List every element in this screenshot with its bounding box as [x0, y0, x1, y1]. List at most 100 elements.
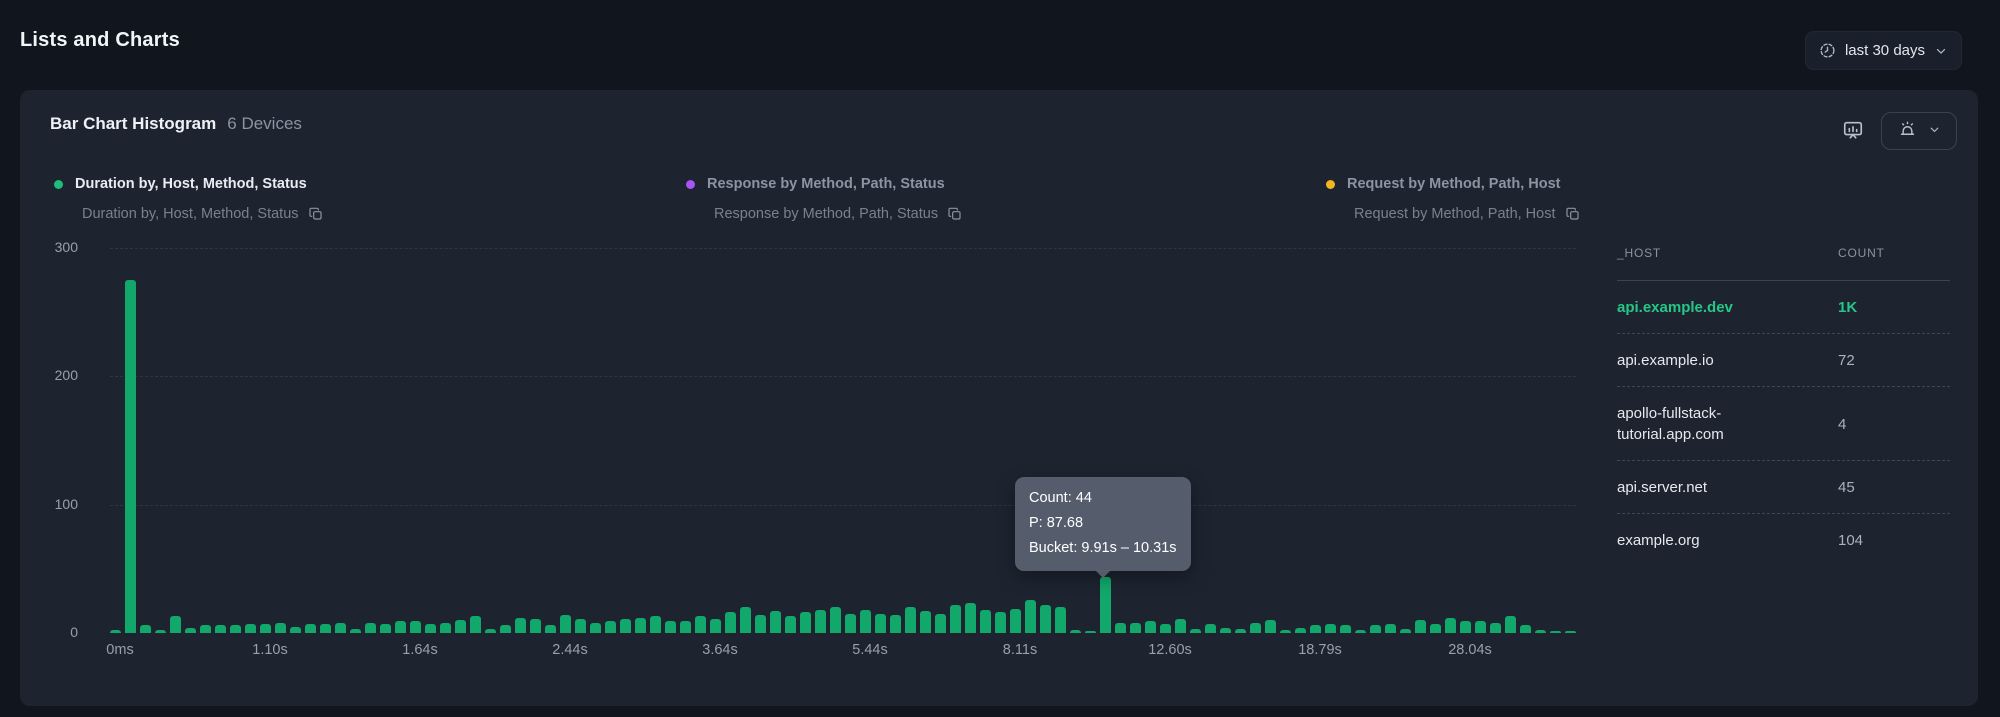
histogram-bar[interactable]	[860, 610, 871, 633]
histogram-bar[interactable]	[1460, 621, 1471, 633]
histogram-bar[interactable]	[125, 280, 136, 633]
histogram-bar[interactable]	[935, 614, 946, 633]
histogram-bar[interactable]	[545, 625, 556, 633]
histogram-bar[interactable]	[245, 624, 256, 633]
histogram-bar[interactable]	[260, 624, 271, 633]
table-row[interactable]: api.example.io 72	[1617, 334, 1950, 387]
histogram-bar[interactable]	[1370, 625, 1381, 633]
histogram-bar[interactable]	[1400, 629, 1411, 633]
histogram-bar[interactable]	[1430, 624, 1441, 633]
histogram-bar[interactable]	[275, 623, 286, 633]
histogram-bar[interactable]	[1490, 623, 1501, 633]
histogram-bar[interactable]	[1055, 607, 1066, 633]
histogram-bar[interactable]	[440, 623, 451, 633]
histogram-bar[interactable]	[1310, 625, 1321, 633]
histogram-bar[interactable]	[905, 607, 916, 633]
histogram-bar[interactable]	[305, 624, 316, 633]
histogram-bar[interactable]	[140, 625, 151, 633]
histogram-bar-hovered[interactable]	[1100, 577, 1111, 633]
histogram-bar[interactable]	[155, 630, 166, 633]
histogram-bar[interactable]	[380, 624, 391, 633]
histogram-bar[interactable]	[890, 615, 901, 633]
histogram-bar[interactable]	[185, 628, 196, 633]
histogram-bar[interactable]	[425, 624, 436, 633]
histogram-bar[interactable]	[1175, 619, 1186, 633]
histogram-bar[interactable]	[530, 619, 541, 633]
histogram-bar[interactable]	[1475, 621, 1486, 633]
table-row[interactable]: apollo-fullstack-tutorial.app.com 4	[1617, 387, 1950, 461]
histogram-bar[interactable]	[335, 623, 346, 633]
histogram-bar[interactable]	[1340, 625, 1351, 633]
histogram-bar[interactable]	[1280, 630, 1291, 633]
histogram-bar[interactable]	[1295, 628, 1306, 633]
histogram-bar[interactable]	[1325, 624, 1336, 633]
histogram-bar[interactable]	[395, 621, 406, 633]
histogram-bar[interactable]	[845, 614, 856, 633]
histogram-bar[interactable]	[515, 618, 526, 633]
histogram-bar[interactable]	[1250, 623, 1261, 633]
histogram-bar[interactable]	[485, 629, 496, 633]
histogram-bar[interactable]	[875, 614, 886, 633]
table-row[interactable]: api.server.net 45	[1617, 461, 1950, 514]
histogram-bar[interactable]	[215, 625, 226, 633]
histogram-bar[interactable]	[815, 610, 826, 633]
histogram-bar[interactable]	[710, 619, 721, 633]
histogram-bar[interactable]	[1385, 624, 1396, 633]
table-row[interactable]: example.org 104	[1617, 514, 1950, 566]
table-row[interactable]: api.example.dev 1K	[1617, 281, 1950, 334]
histogram-bar[interactable]	[1355, 630, 1366, 633]
legend-item[interactable]: Request by Method, Path, Host Request by…	[1322, 174, 1581, 222]
histogram-bar[interactable]	[1130, 623, 1141, 633]
histogram-bar[interactable]	[1040, 605, 1051, 633]
histogram-bar[interactable]	[200, 625, 211, 633]
histogram-bar[interactable]	[1445, 618, 1456, 633]
histogram-bar[interactable]	[1145, 621, 1156, 633]
histogram-bar[interactable]	[1415, 620, 1426, 633]
histogram-bar[interactable]	[350, 629, 361, 633]
histogram-bar[interactable]	[170, 616, 181, 633]
histogram-bar[interactable]	[560, 615, 571, 633]
histogram-bar[interactable]	[920, 611, 931, 633]
histogram-bar[interactable]	[1070, 630, 1081, 633]
histogram-bar[interactable]	[740, 607, 751, 633]
histogram-bar[interactable]	[1265, 620, 1276, 633]
histogram-bar[interactable]	[1160, 624, 1171, 633]
histogram-bar[interactable]	[410, 621, 421, 633]
copy-icon[interactable]	[1565, 206, 1581, 222]
histogram-bar[interactable]	[650, 616, 661, 633]
histogram-bar[interactable]	[470, 616, 481, 633]
histogram-bar[interactable]	[1520, 625, 1531, 633]
histogram-bar[interactable]	[320, 624, 331, 633]
histogram-bar[interactable]	[1205, 624, 1216, 633]
time-range-button[interactable]: last 30 days	[1805, 31, 1962, 70]
histogram-bar[interactable]	[965, 603, 976, 633]
histogram-bar[interactable]	[1010, 609, 1021, 633]
alert-dropdown-button[interactable]	[1881, 112, 1957, 150]
histogram-bar[interactable]	[680, 621, 691, 633]
histogram-bar[interactable]	[770, 611, 781, 633]
histogram-bar[interactable]	[1550, 631, 1561, 633]
histogram-bar[interactable]	[605, 621, 616, 633]
copy-icon[interactable]	[308, 206, 324, 222]
histogram-bar[interactable]	[500, 625, 511, 633]
histogram-bar[interactable]	[1220, 628, 1231, 633]
dashboard-panel-button[interactable]	[1840, 117, 1866, 146]
histogram-bar[interactable]	[110, 630, 121, 633]
histogram-bar[interactable]	[830, 607, 841, 633]
histogram-bar[interactable]	[1025, 600, 1036, 633]
histogram-bar[interactable]	[785, 616, 796, 633]
histogram-bar[interactable]	[365, 623, 376, 633]
histogram-bar[interactable]	[980, 610, 991, 633]
histogram-bar[interactable]	[695, 616, 706, 633]
histogram-bar[interactable]	[1535, 630, 1546, 633]
histogram-bar[interactable]	[1190, 629, 1201, 633]
histogram-bar[interactable]	[755, 615, 766, 633]
histogram-bar[interactable]	[995, 612, 1006, 633]
histogram-bar[interactable]	[1115, 623, 1126, 633]
histogram-bar[interactable]	[1235, 629, 1246, 633]
histogram-bar[interactable]	[1505, 616, 1516, 633]
histogram-bar[interactable]	[575, 619, 586, 633]
histogram-bar[interactable]	[620, 619, 631, 633]
histogram-bar[interactable]	[635, 618, 646, 633]
histogram-bar[interactable]	[1565, 631, 1576, 633]
